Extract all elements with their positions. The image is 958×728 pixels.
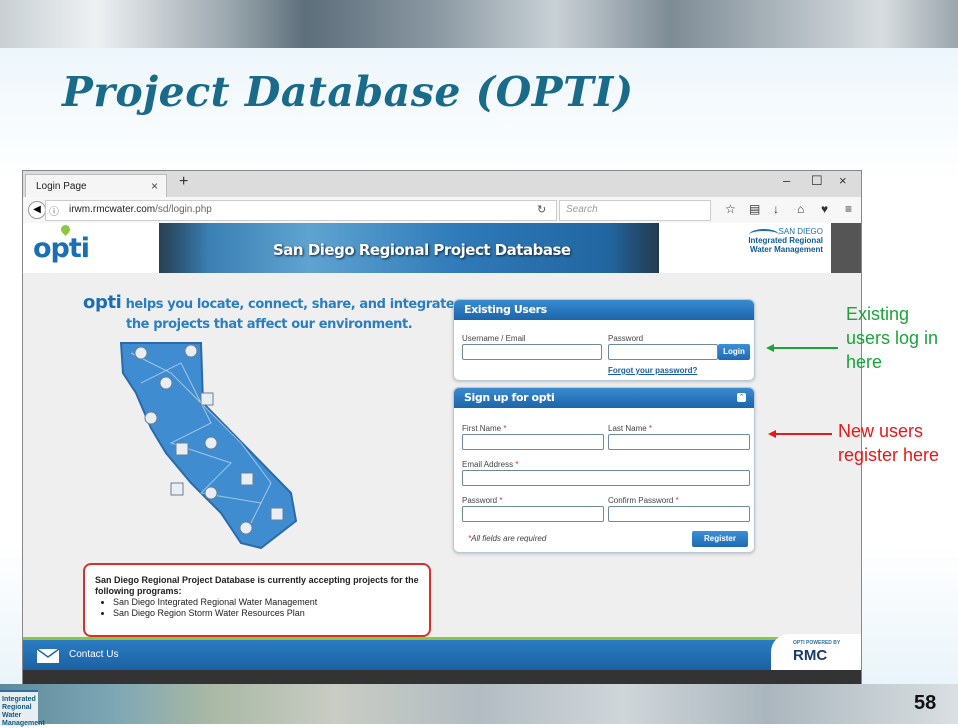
sd-logo-line2: Integrated Regional: [748, 236, 823, 245]
search-placeholder: Search: [566, 204, 598, 215]
register-button[interactable]: Register: [692, 531, 748, 547]
existing-users-title: Existing Users: [454, 300, 754, 320]
site-header: opti San Diego Regional Project Database…: [23, 223, 861, 273]
first-name-label: First Name *: [462, 424, 507, 433]
last-name-label: Last Name *: [608, 424, 653, 433]
banner-title: San Diego Regional Project Database: [273, 241, 571, 259]
confirm-password-label: Confirm Password *: [608, 496, 679, 505]
email-label: Email Address *: [462, 460, 519, 469]
signup-title: Sign up for opti: [454, 388, 754, 408]
top-texture-banner: [0, 0, 958, 48]
opti-logo[interactable]: opti: [33, 233, 90, 264]
contact-us-link[interactable]: Contact Us: [69, 649, 118, 660]
program-item: San Diego Integrated Regional Water Mana…: [113, 597, 317, 608]
collapse-icon[interactable]: ⌃: [737, 393, 746, 402]
sd-irwm-logo: SAN DIEGO Integrated Regional Water Mana…: [743, 227, 823, 269]
red-arrow-head: [768, 430, 776, 438]
password-label: Password *: [462, 496, 503, 505]
email-field[interactable]: [462, 470, 750, 486]
mail-icon[interactable]: [36, 648, 60, 663]
signup-panel: Sign up for opti ⌃ First Name * Last Nam…: [453, 387, 755, 553]
tab-label: Login Page: [36, 181, 87, 192]
tab-bar: Login Page × + – ☐ ×: [23, 171, 861, 198]
browser-bottom-strip: [23, 670, 861, 685]
search-input[interactable]: Search: [559, 200, 711, 221]
login-button[interactable]: Login: [718, 344, 750, 360]
password-field[interactable]: [462, 506, 604, 522]
forgot-password-link[interactable]: Forgot your password?: [608, 366, 697, 375]
back-arrow-icon[interactable]: ◀: [28, 201, 46, 219]
california-network-map: [119, 342, 298, 550]
sd-logo-line1: SAN DIEGO: [778, 227, 823, 236]
programs-list: San Diego Integrated Regional Water Mana…: [105, 597, 317, 619]
username-field[interactable]: [462, 344, 602, 360]
green-arrow-head: [766, 344, 774, 352]
slide-number: 58: [914, 692, 937, 714]
pocket-icon[interactable]: ♥: [821, 202, 828, 216]
login-password-field[interactable]: [608, 344, 718, 360]
programs-notice: San Diego Regional Project Database is c…: [83, 563, 431, 637]
program-item: San Diego Region Storm Water Resources P…: [113, 608, 317, 619]
tagline-opti: opti: [83, 292, 122, 313]
slide-title: Project Database (OPTI): [62, 68, 634, 116]
annotation-arrows: [766, 344, 838, 438]
tagline: opti helps you locate, connect, share, a…: [83, 292, 455, 335]
maximize-icon[interactable]: ☐: [811, 173, 823, 189]
new-tab-button[interactable]: +: [179, 173, 188, 191]
header-edge: [831, 223, 861, 273]
tab-login-page[interactable]: Login Page ×: [25, 174, 167, 198]
info-lock-icon[interactable]: ⓘ: [49, 203, 59, 218]
existing-users-panel: Existing Users Username / Email Password…: [453, 299, 755, 381]
required-note: *All fields are required: [468, 534, 547, 543]
tagline-line2: the projects that affect our environment…: [126, 317, 413, 332]
bottom-texture-banner: [0, 684, 958, 724]
download-icon[interactable]: ↓: [773, 202, 779, 216]
url-path: /sd/login.php: [155, 204, 212, 215]
last-name-field[interactable]: [608, 434, 750, 450]
rmc-text: RMC: [793, 647, 828, 664]
confirm-password-field[interactable]: [608, 506, 750, 522]
existing-users-annotation: Existing users log in here: [846, 304, 939, 372]
new-users-annotation: New users register here: [838, 421, 940, 465]
rmc-logo[interactable]: OPTI POWERED BY RMC: [771, 634, 861, 670]
irwm-corner-logo: Integrated Regional Water Management: [0, 690, 45, 727]
reload-icon[interactable]: ↻: [537, 203, 546, 216]
site-footer: Contact Us OPTI POWERED BY RMC: [23, 634, 861, 670]
url-text: irwm.rmcwater.com/sd/login.php: [69, 204, 212, 215]
username-label: Username / Email: [462, 334, 526, 343]
powered-by-text: OPTI POWERED BY: [793, 640, 841, 646]
minimize-icon[interactable]: –: [783, 173, 790, 188]
tab-close-icon[interactable]: ×: [151, 179, 158, 193]
first-name-field[interactable]: [462, 434, 604, 450]
browser-window: Login Page × + – ☐ × ◀ ⓘ irwm.rmcwater.c…: [22, 170, 862, 686]
star-icon[interactable]: ☆: [725, 202, 736, 216]
password-label: Password: [608, 334, 644, 343]
notice-heading: San Diego Regional Project Database is c…: [95, 575, 419, 596]
window-close-icon[interactable]: ×: [839, 173, 847, 188]
home-icon[interactable]: ⌂: [797, 202, 804, 216]
url-host: irwm.rmcwater.com: [69, 204, 156, 215]
navigation-bar: ◀ ⓘ irwm.rmcwater.com/sd/login.php ↻ Sea…: [23, 197, 861, 224]
login-page-content: opti helps you locate, connect, share, a…: [23, 273, 861, 637]
tagline-line1: helps you locate, connect, share, and in…: [125, 297, 455, 312]
sd-logo-line3: Water Management: [749, 245, 823, 254]
bookmarks-icon[interactable]: ▤: [749, 202, 760, 216]
menu-icon[interactable]: ≡: [845, 202, 852, 216]
